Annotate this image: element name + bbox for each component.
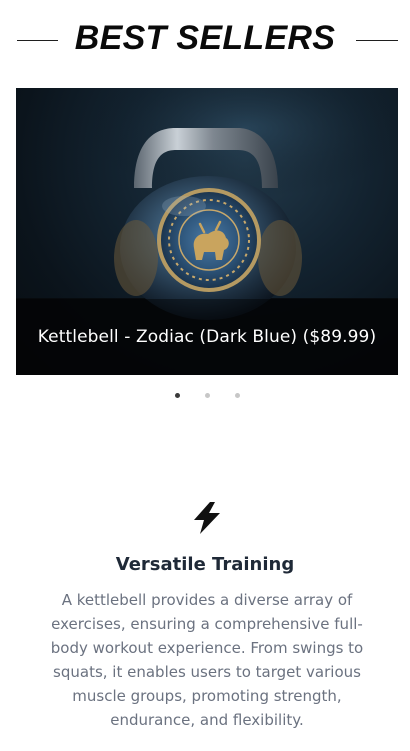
section-title: BEST SELLERS [74, 18, 336, 57]
carousel-dot-1[interactable] [175, 393, 180, 398]
section-header: BEST SELLERS [0, 10, 410, 66]
header-divider-right [356, 40, 398, 41]
slide-caption: Kettlebell - Zodiac (Dark Blue) ($89.99) [37, 327, 377, 347]
product-carousel[interactable]: Kettlebell - Zodiac (Dark Blue) ($89.99) [16, 88, 398, 375]
carousel-pagination [0, 393, 410, 398]
carousel-dot-3[interactable] [235, 393, 240, 398]
header-divider-left [17, 40, 58, 41]
feature-description: A kettlebell provides a diverse array of… [50, 591, 364, 729]
slide-caption-bar: Kettlebell - Zodiac (Dark Blue) ($89.99) [16, 299, 398, 375]
feature-title: Versatile Training [115, 554, 295, 575]
carousel-dot-2[interactable] [205, 393, 210, 398]
lightning-bolt-icon [189, 500, 225, 536]
